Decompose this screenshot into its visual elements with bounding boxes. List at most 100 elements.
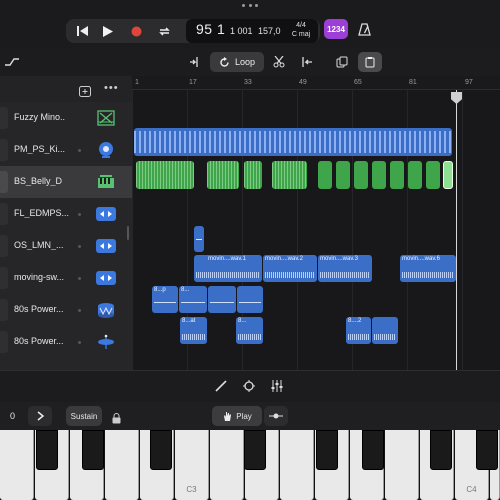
region-audio-moving[interactable]: movin....wav.3 <box>318 255 372 282</box>
mixer-button[interactable] <box>270 379 286 395</box>
white-key-c3[interactable]: C3 <box>175 430 209 500</box>
clipboard-icon <box>365 57 375 68</box>
white-key[interactable] <box>105 430 139 500</box>
join-snap-button[interactable] <box>294 52 320 72</box>
region-midi-selected[interactable] <box>443 161 453 189</box>
white-key[interactable] <box>210 430 244 500</box>
app-root: 95 1 1 001 157,0 4/4 C maj 1234 Loop •••… <box>0 0 500 500</box>
region-content <box>207 161 239 189</box>
playhead-line[interactable] <box>456 90 457 370</box>
black-key[interactable] <box>316 430 338 470</box>
region-label: 8....2 <box>348 318 362 324</box>
ruler-label: 17 <box>189 79 197 86</box>
region-midi[interactable] <box>136 161 194 189</box>
waveform <box>196 272 260 278</box>
track-row[interactable]: 80s Power... <box>0 294 132 326</box>
play-button[interactable] <box>96 21 120 41</box>
window-dots-handle[interactable] <box>242 4 258 10</box>
count-in-button[interactable]: 1234 <box>324 19 348 39</box>
timeline-ruler[interactable]: 1 17 33 49 65 81 97 <box>132 76 500 90</box>
region-audio-moving[interactable]: movin....wav.2 <box>263 255 317 282</box>
split-snap-button[interactable] <box>182 52 208 72</box>
region-audio-power[interactable]: 8...p <box>152 286 178 313</box>
region-audio-moving[interactable]: movin....wav.1 <box>194 255 262 282</box>
region-midi[interactable] <box>336 161 350 189</box>
region-audio-power[interactable]: 8... <box>236 317 263 344</box>
track-handle[interactable] <box>0 235 8 257</box>
region-midi[interactable] <box>408 161 422 189</box>
black-key[interactable] <box>430 430 452 470</box>
lock-button[interactable] <box>112 411 122 424</box>
piano-keyboard[interactable]: C3 C4 <box>0 430 500 500</box>
track-row[interactable]: moving-sw... <box>0 262 132 294</box>
region-midi[interactable] <box>207 161 239 189</box>
more-options-icon[interactable]: ••• <box>104 82 119 94</box>
region-audio-power[interactable]: 8... <box>179 286 207 313</box>
track-handle[interactable] <box>0 171 8 193</box>
cycle-button[interactable] <box>152 21 176 41</box>
region-midi[interactable] <box>426 161 440 189</box>
region-audio-power[interactable] <box>208 286 236 313</box>
arrange-area[interactable]: 1 17 33 49 65 81 97 movin....wav.1 movin… <box>132 76 500 370</box>
track-row[interactable]: PM_PS_Ki... <box>0 134 132 166</box>
region-audio-power[interactable] <box>372 317 398 344</box>
region-midi[interactable] <box>390 161 404 189</box>
sustain-button[interactable]: Sustain <box>66 406 102 426</box>
region-midi[interactable] <box>272 161 307 189</box>
record-button[interactable] <box>124 21 148 41</box>
track-handle[interactable] <box>0 107 8 129</box>
white-key[interactable] <box>385 430 419 500</box>
region-midi[interactable] <box>318 161 332 189</box>
tracklist-resize-handle[interactable] <box>127 226 129 240</box>
region-audio-power[interactable] <box>237 286 263 313</box>
playhead-handle[interactable] <box>451 92 462 104</box>
lcd-signature: 4/4 C maj <box>290 21 312 39</box>
black-key[interactable] <box>82 430 104 470</box>
black-key[interactable] <box>150 430 172 470</box>
track-handle[interactable] <box>0 299 8 321</box>
automation-button[interactable] <box>2 52 22 72</box>
go-to-start-button[interactable] <box>70 21 94 41</box>
track-handle[interactable] <box>0 139 8 161</box>
region-midi[interactable] <box>354 161 368 189</box>
region-audio-moving[interactable]: movin....wav.6 <box>400 255 456 282</box>
region-midi[interactable] <box>244 161 262 189</box>
arpeggiator-button[interactable] <box>264 406 288 426</box>
track-handle[interactable] <box>0 203 8 225</box>
track-handle[interactable] <box>0 331 8 353</box>
scissors-button[interactable] <box>266 52 292 72</box>
pencil-button[interactable] <box>214 379 230 395</box>
track-handle[interactable] <box>0 267 8 289</box>
track-status-dot <box>78 149 81 152</box>
track-row[interactable]: Fuzzy Mino.. <box>0 102 132 134</box>
black-key[interactable] <box>362 430 384 470</box>
chevron-right-icon <box>37 411 44 421</box>
white-key[interactable] <box>280 430 314 500</box>
loop-button[interactable]: Loop <box>210 52 264 72</box>
play-mode-button[interactable]: Play <box>212 406 262 426</box>
lcd-display[interactable]: 95 1 1 001 157,0 4/4 C maj <box>186 19 318 43</box>
track-row[interactable]: 80s Power... <box>0 326 132 358</box>
join-arrow-icon <box>302 57 312 67</box>
duplicate-button[interactable] <box>330 52 354 72</box>
hand-icon <box>224 411 232 421</box>
region-audio[interactable] <box>194 226 204 252</box>
black-key[interactable] <box>476 430 498 470</box>
audio-waveform-icon <box>96 269 116 287</box>
white-key[interactable] <box>0 430 34 500</box>
region-drum-pattern[interactable] <box>134 128 452 156</box>
add-track-button[interactable] <box>79 84 91 97</box>
region-audio-power[interactable]: 8...at <box>180 317 207 344</box>
track-row[interactable]: OS_LMN_... <box>0 230 132 262</box>
region-midi[interactable] <box>372 161 386 189</box>
track-row-selected[interactable]: BS_Belly_D <box>0 166 132 198</box>
smart-controls-button[interactable] <box>242 379 258 395</box>
octave-up-button[interactable] <box>28 406 52 426</box>
black-key[interactable] <box>36 430 58 470</box>
metronome-button[interactable] <box>352 19 376 39</box>
black-key[interactable] <box>244 430 266 470</box>
region-audio-power[interactable]: 8....2 <box>346 317 371 344</box>
track-row[interactable]: FL_EDMPS... <box>0 198 132 230</box>
track-name: 80s Power... <box>14 336 64 346</box>
paste-button[interactable] <box>358 52 382 72</box>
